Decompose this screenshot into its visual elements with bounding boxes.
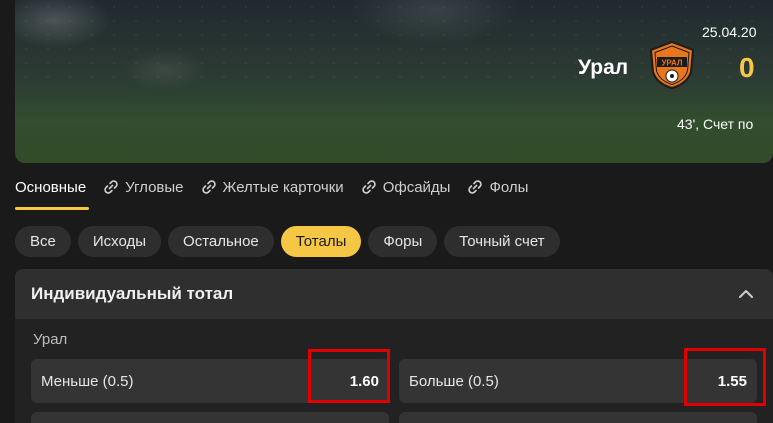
tab-corners[interactable]: Угловые: [103, 176, 184, 198]
team-logo: УРАЛ: [649, 40, 695, 90]
market-category-tabs: Основные Угловые Желтые карточки Офсайды…: [15, 176, 545, 210]
market-panel: Индивидуальный тотал Урал Меньше (0.5) 1…: [15, 269, 773, 423]
filter-totals[interactable]: Тоталы: [280, 226, 362, 257]
odd-row-partial[interactable]: [399, 412, 757, 423]
tab-yellow-cards[interactable]: Желтые карточки: [201, 176, 344, 198]
filter-all[interactable]: Все: [15, 226, 71, 257]
group-label: Урал: [33, 331, 68, 348]
market-title: Индивидуальный тотал: [31, 284, 234, 303]
team-logo-text: УРАЛ: [661, 59, 682, 68]
pitch-background: [15, 93, 773, 163]
market-filter-pills: Все Исходы Остальное Тоталы Форы Точный …: [15, 226, 567, 257]
link-icon: [361, 180, 376, 194]
match-date: 25.04.20: [702, 24, 757, 40]
link-icon: [468, 180, 483, 194]
tab-label: Угловые: [125, 178, 184, 196]
odd-row-partial[interactable]: [31, 412, 389, 423]
odd-name: Больше (0.5): [409, 372, 499, 390]
score: 0: [739, 52, 755, 83]
link-icon: [104, 180, 118, 194]
highlight-box: [684, 348, 766, 406]
tab-label: Фолы: [489, 178, 529, 196]
tab-label: Основные: [15, 178, 87, 196]
highlight-box: [308, 349, 390, 403]
tab-label: Желтые карточки: [222, 178, 344, 196]
active-tab-indicator: [15, 207, 89, 210]
link-icon: [201, 180, 216, 194]
tab-label: Офсайды: [382, 178, 451, 196]
filter-other[interactable]: Остальное: [168, 226, 274, 257]
match-status: 43', Счет по: [677, 116, 754, 132]
filter-exact-score[interactable]: Точный счет: [444, 226, 560, 257]
chevron-up-icon[interactable]: [735, 283, 757, 305]
tab-fouls[interactable]: Фолы: [467, 176, 528, 198]
team-name: Урал: [578, 56, 629, 79]
odd-name: Меньше (0.5): [41, 372, 134, 390]
market-header[interactable]: Индивидуальный тотал: [15, 269, 773, 319]
tab-main[interactable]: Основные: [15, 176, 86, 198]
filter-handicaps[interactable]: Форы: [368, 226, 438, 257]
filter-outcomes[interactable]: Исходы: [77, 226, 162, 257]
tab-offsides[interactable]: Офсайды: [361, 176, 451, 198]
